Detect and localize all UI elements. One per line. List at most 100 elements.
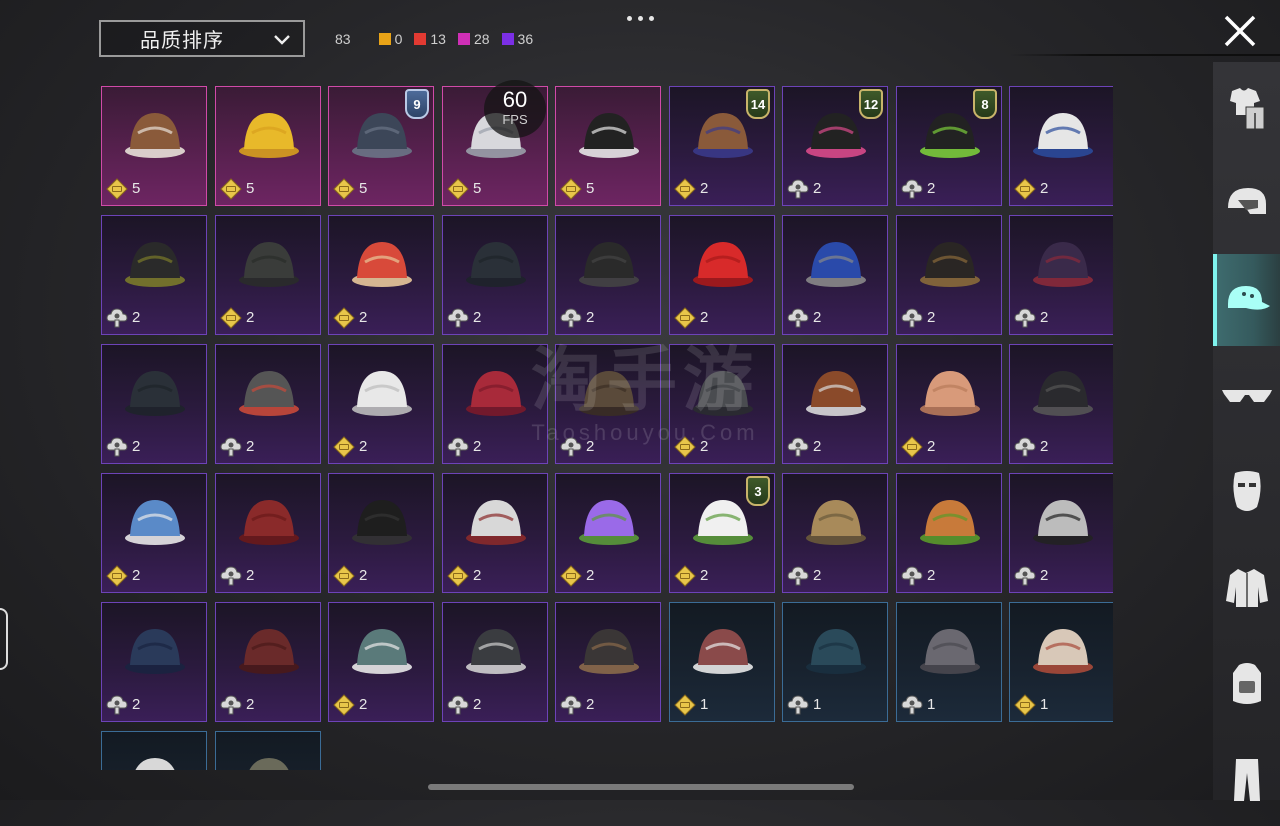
close-icon[interactable] [1222, 13, 1258, 49]
item-card[interactable]: 2 [782, 344, 888, 464]
item-card[interactable]: 5 [215, 86, 321, 206]
sidebar-item-outfit[interactable] [1213, 62, 1280, 154]
item-quantity: 2 [132, 567, 141, 584]
count-pink: 28 [457, 31, 490, 47]
item-card[interactable]: 2 [328, 473, 434, 593]
gold-coin-icon [333, 436, 355, 458]
sidebar-item-pants[interactable] [1213, 734, 1280, 826]
item-card[interactable]: 2 [782, 215, 888, 335]
outfit-icon [1229, 88, 1264, 130]
item-card[interactable]: 2 [555, 215, 661, 335]
sidebar-item-hat[interactable] [1213, 254, 1280, 346]
sort-dropdown[interactable]: 品质排序 [99, 20, 305, 57]
purple-flower-crown-icon [579, 500, 639, 545]
item-card[interactable]: 23 [669, 473, 775, 593]
chevron-down-icon [274, 35, 290, 45]
bowler-hat-icon [352, 500, 412, 545]
item-quantity: 2 [359, 567, 368, 584]
goggle-helmet-icon [239, 371, 299, 416]
fedora-icon [239, 629, 299, 674]
tan-cap-icon [1033, 629, 1093, 674]
cloud-coin-icon [106, 695, 128, 715]
horse-mask-icon [125, 113, 185, 158]
item-card[interactable]: 2 [896, 344, 1002, 464]
item-card[interactable]: 5 [101, 86, 207, 206]
gold-coin-icon [901, 436, 923, 458]
item-card[interactable]: 2 [442, 602, 548, 722]
item-quantity: 2 [813, 309, 822, 326]
fps-value: 60 [502, 87, 528, 112]
item-card[interactable]: 5 [555, 86, 661, 206]
item-card[interactable]: 2 [1009, 473, 1113, 593]
item-card[interactable]: 2 [101, 344, 207, 464]
item-card[interactable]: 2 [442, 344, 548, 464]
item-card[interactable]: 2 [555, 344, 661, 464]
gold-coin-icon [220, 178, 242, 200]
item-card[interactable]: 1 [1009, 602, 1113, 722]
sidebar-item-eyewear[interactable] [1213, 350, 1280, 442]
item-card[interactable]: 2 [1009, 344, 1113, 464]
item-card[interactable]: 2 14 [669, 86, 775, 206]
conical-hat-icon [920, 371, 980, 416]
sidebar-item-helmet[interactable] [1213, 158, 1280, 250]
flat-cap-icon [920, 629, 980, 674]
item-card[interactable]: 2 [555, 602, 661, 722]
item-card[interactable] [101, 731, 207, 770]
item-card[interactable]: 2 [896, 215, 1002, 335]
sidebar-item-jacket[interactable] [1213, 542, 1280, 634]
sidebar-item-backpack[interactable] [1213, 638, 1280, 730]
more-options-dots[interactable] [620, 10, 660, 26]
item-quantity: 5 [246, 180, 255, 197]
item-card[interactable]: 2 [215, 215, 321, 335]
item-card[interactable]: 2 [669, 215, 775, 335]
left-edge-tab[interactable] [0, 608, 8, 670]
sidebar-item-mask[interactable] [1213, 446, 1280, 538]
item-card[interactable]: 2 [328, 344, 434, 464]
item-quantity: 2 [473, 438, 482, 455]
item-card[interactable]: 2 [101, 602, 207, 722]
item-card[interactable]: 1 [896, 602, 1002, 722]
knit-hat-icon [806, 500, 866, 545]
item-card[interactable]: 2 [442, 473, 548, 593]
item-card[interactable]: 2 [215, 473, 321, 593]
item-card[interactable]: 2 [101, 215, 207, 335]
cloud-coin-icon [220, 695, 242, 715]
cloud-coin-icon [787, 308, 809, 328]
cloud-coin-icon [1014, 308, 1036, 328]
item-quantity: 2 [1040, 438, 1049, 455]
sort-dropdown-label: 品质排序 [140, 30, 224, 52]
item-card[interactable]: 2 [328, 602, 434, 722]
gold-coin-icon [674, 178, 696, 200]
item-level-badge: 9 [405, 89, 429, 119]
item-card[interactable]: 2 [669, 344, 775, 464]
item-card[interactable]: 59 [328, 86, 434, 206]
item-card[interactable]: 2 [1009, 215, 1113, 335]
item-card[interactable] [215, 731, 321, 770]
gold-coin-icon [333, 565, 355, 587]
item-card[interactable]: 1 [782, 602, 888, 722]
cloud-coin-icon [1014, 437, 1036, 457]
item-card[interactable]: 2 [328, 215, 434, 335]
item-card[interactable]: 2 [442, 215, 548, 335]
item-card[interactable]: 2 12 [782, 86, 888, 206]
item-card[interactable]: 2 [215, 344, 321, 464]
item-card[interactable]: 2 [1009, 86, 1113, 206]
item-card[interactable]: 28 [896, 86, 1002, 206]
home-indicator[interactable] [428, 784, 854, 790]
horns-icon [352, 242, 412, 287]
item-card[interactable]: 2 [215, 602, 321, 722]
cloud-coin-icon [447, 308, 469, 328]
item-card[interactable]: 2 [782, 473, 888, 593]
gold-coin-icon [106, 178, 128, 200]
item-card[interactable]: 2 [896, 473, 1002, 593]
cloud-coin-icon [787, 437, 809, 457]
head-mirror-icon [1033, 500, 1093, 545]
item-card[interactable]: 2 [101, 473, 207, 593]
item-quantity: 2 [473, 567, 482, 584]
cloud-coin-icon [560, 308, 582, 328]
count-purple: 36 [501, 31, 533, 47]
blue-cap-icon [1033, 113, 1093, 158]
helmet-icon [1227, 188, 1266, 214]
item-card[interactable]: 2 [555, 473, 661, 593]
item-card[interactable]: 1 [669, 602, 775, 722]
